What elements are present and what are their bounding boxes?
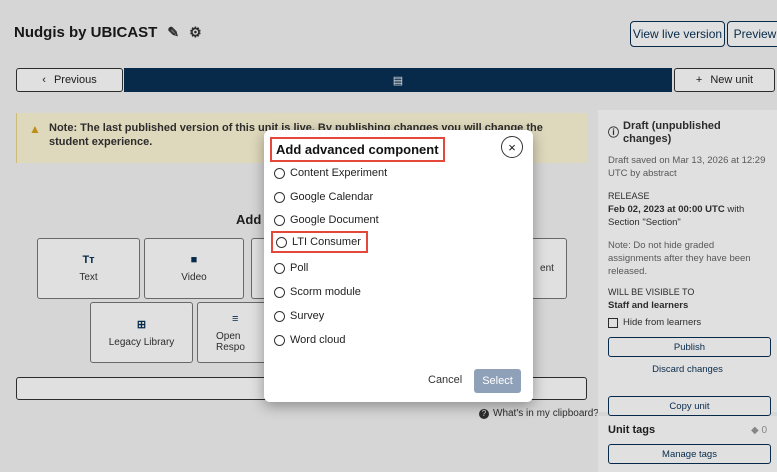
option-word-cloud[interactable]: Word cloud [274,334,345,346]
radio-button[interactable] [274,191,285,203]
option-scorm-module[interactable]: Scorm module [274,286,361,298]
radio-button[interactable] [274,167,285,179]
radio-button[interactable] [274,334,285,346]
radio-button[interactable] [274,286,285,298]
close-button[interactable]: × [501,136,523,158]
option-label: Content Experiment [290,167,388,179]
option-poll[interactable]: Poll [274,262,308,274]
cancel-button[interactable]: Cancel [428,374,462,386]
option-survey[interactable]: Survey [274,310,324,322]
select-button[interactable]: Select [474,369,521,393]
option-label: Scorm module [290,286,361,298]
radio-button[interactable] [274,214,285,226]
option-label: Google Document [290,214,379,226]
option-google-calendar[interactable]: Google Calendar [274,191,373,203]
option-content-experiment[interactable]: Content Experiment [274,167,387,179]
option-google-document[interactable]: Google Document [274,214,379,226]
option-lti-consumer[interactable]: LTI Consumer [271,231,368,253]
radio-button[interactable] [274,310,285,322]
radio-button[interactable] [276,236,287,248]
modal-title: Add advanced component [270,137,445,162]
option-label: Survey [290,310,325,322]
add-advanced-component-modal: Add advanced component × Content Experim… [264,130,533,402]
option-label: Poll [290,262,309,274]
option-label: LTI Consumer [292,236,361,248]
option-label: Word cloud [290,334,346,346]
close-icon: × [508,139,516,155]
option-label: Google Calendar [290,191,374,203]
radio-button[interactable] [274,262,285,274]
